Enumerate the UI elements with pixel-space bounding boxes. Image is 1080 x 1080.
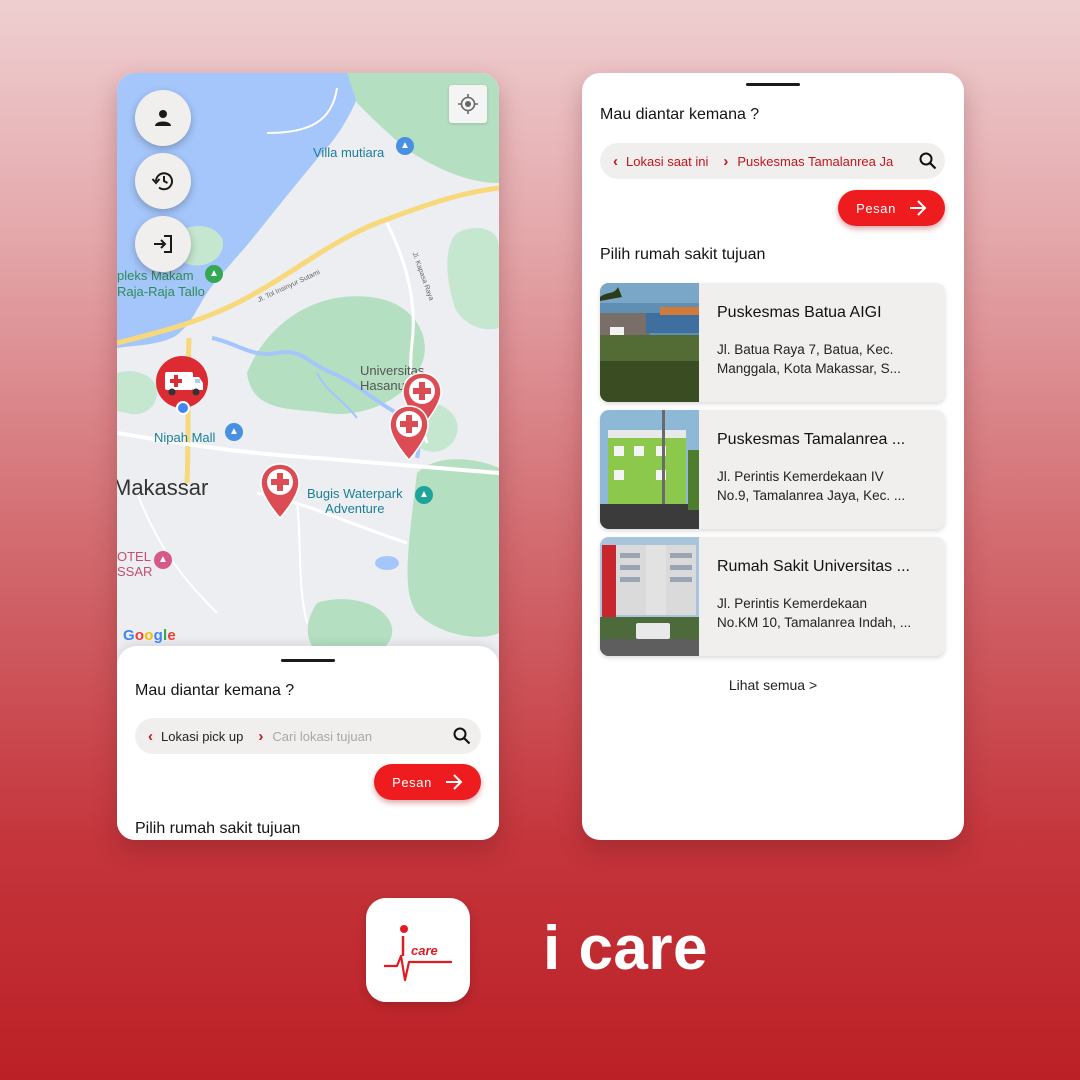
sheet-title: Mau diantar kemana ? [135,682,295,699]
app-logo-text: care [411,943,438,958]
bugis-poi-icon: ▲ [415,486,433,504]
profile-button[interactable] [135,90,191,146]
hospital-name: Puskesmas Tamalanrea ... [717,431,906,448]
map-label-bugis-waterpark: Bugis Waterpark Adventure [307,486,403,516]
hospital-card[interactable]: Puskesmas Tamalanrea ... Jl. Perintis Ke… [600,410,945,529]
chevron-right-icon: › [723,152,729,170]
map-label-bugis-line2: Adventure [325,501,385,516]
hospital-address: Jl. Batua Raya 7, Batua, Kec. Manggala, … [717,340,929,378]
left-phone-screen: Villa mutiara ▲ pleks Makam Raja-Raja Ta… [117,73,499,840]
map-label-hotel-line2: SSAR [117,564,153,579]
hospital-address: Jl. Perintis Kemerdekaan IV No.9, Tamala… [717,467,929,505]
hospital-photo [600,410,699,529]
search-icon[interactable] [919,152,937,170]
map-label-hotel-line1: OTEL [117,549,151,564]
google-logo-letter: e [167,627,176,644]
hospital-card[interactable]: Puskesmas Batua AIGI Jl. Batua Raya 7, B… [600,283,945,402]
chevron-left-icon: ‹ [148,727,153,745]
pickup-location-field[interactable]: Lokasi saat ini [626,154,708,169]
map-label-bugis-line1: Bugis Waterpark [307,486,403,501]
map-label-makassar: Makassar [117,475,209,500]
hospital-address-line2: No.KM 10, Tamalanrea Indah, ... [717,615,912,630]
section-title: Pilih rumah sakit tujuan [135,820,301,837]
hospital-address-line2: Manggala, Kota Makassar, S... [717,361,901,376]
sheet-title: Mau diantar kemana ? [600,106,760,123]
hospital-name: Rumah Sakit Universitas ... [717,558,910,575]
google-logo: Google [123,627,176,644]
hospital-address: Jl. Perintis Kemerdekaan No.KM 10, Tamal… [717,594,929,632]
search-icon[interactable] [453,727,471,745]
sheet-drag-handle[interactable] [281,659,335,662]
brand-name: i care [543,914,709,983]
hotel-poi-icon: ▲ [154,551,172,569]
section-title: Pilih rumah sakit tujuan [600,246,766,263]
arrow-right-icon [445,774,463,790]
hospital-address-line1: Jl. Perintis Kemerdekaan IV [717,469,884,484]
map-label-makam-line2: Raja-Raja Tallo [117,284,205,299]
destination-search-input[interactable]: Cari lokasi tujuan [272,729,372,744]
pickup-location-field[interactable]: Lokasi pick up [161,729,243,744]
hospital-address-line2: No.9, Tamalanrea Jaya, Kec. ... [717,488,906,503]
hospital-pin-icon[interactable] [259,462,301,520]
order-button[interactable]: Pesan [838,190,945,226]
hospital-name: Puskesmas Batua AIGI [717,304,882,321]
sheet-drag-handle[interactable] [746,83,800,86]
hospital-address-line1: Jl. Batua Raya 7, Batua, Kec. [717,342,894,357]
google-logo-letter: g [153,627,163,644]
makam-poi-icon: ▲ [205,265,223,283]
route-search-bar[interactable]: ‹ Lokasi saat ini › Puskesmas Tamalanrea… [600,143,945,179]
bottom-sheet[interactable]: Mau diantar kemana ? ‹ Lokasi pick up › … [117,646,499,840]
see-all-link[interactable]: Lihat semua > [582,677,964,693]
destination-search-input[interactable]: Puskesmas Tamalanrea Ja [737,154,905,169]
crosshair-icon [458,94,478,114]
ambulance-marker-icon [156,356,208,415]
map-label-nipah-mall: Nipah Mall [154,430,216,445]
map-view[interactable]: Villa mutiara ▲ pleks Makam Raja-Raja Ta… [117,73,499,663]
hospital-card[interactable]: Rumah Sakit Universitas ... Jl. Perintis… [600,537,945,656]
order-button-label: Pesan [392,774,432,790]
nipah-mall-poi-icon: ▲ [225,423,243,441]
my-location-button[interactable] [449,85,487,123]
login-button[interactable] [135,216,191,272]
chevron-right-icon: › [258,727,264,745]
history-button[interactable] [135,153,191,209]
hospital-pin-icon[interactable] [388,404,430,462]
google-logo-letter: o [144,627,154,644]
map-label-hotel: OTEL SSAR [117,549,152,579]
order-button[interactable]: Pesan [374,764,481,800]
app-logo-icon: care [366,898,470,1002]
map-label-makam: pleks Makam Raja-Raja Tallo [117,268,205,300]
hospital-photo [600,537,699,656]
order-button-label: Pesan [856,200,896,216]
map-label-villa-mutiara: Villa mutiara [313,145,385,160]
person-icon [155,110,171,126]
villa-mutiara-poi-icon: ▲ [396,137,414,155]
history-icon [151,172,173,191]
chevron-left-icon: ‹ [613,152,618,170]
google-logo-letter: o [134,627,145,644]
right-phone-screen: Mau diantar kemana ? ‹ Lokasi saat ini ›… [582,73,964,840]
login-icon [154,235,172,253]
arrow-right-icon [909,200,927,216]
route-search-bar[interactable]: ‹ Lokasi pick up › Cari lokasi tujuan [135,718,481,754]
hospital-photo [600,283,699,402]
hospital-address-line1: Jl. Perintis Kemerdekaan [717,596,868,611]
google-logo-letter: G [123,627,135,644]
